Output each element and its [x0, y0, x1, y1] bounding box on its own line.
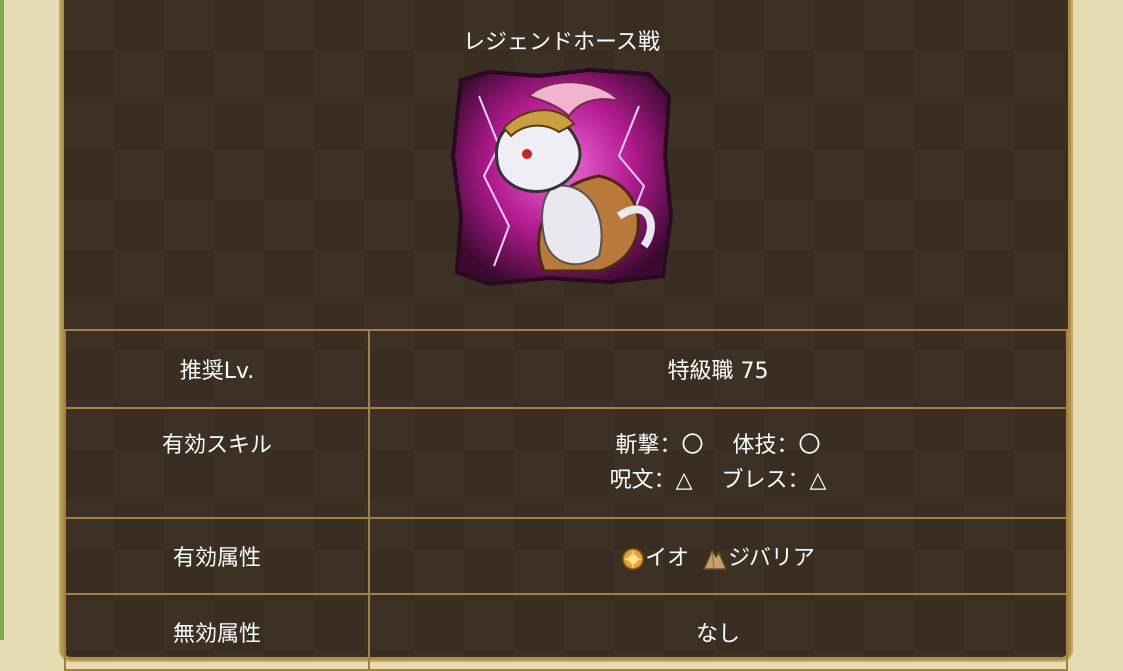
level-value: 特級職 75 [368, 329, 1068, 409]
skills-value: 斬撃：〇 体技：〇 呪文：△ ブレス：△ [368, 407, 1068, 519]
boss-info-table: 推奨Lv. 特級職 75 有効スキル 斬撃：〇 体技：〇 呪文：△ ブレス：△ … [64, 329, 1068, 671]
effective-attributes-value: イオ ジバリア [368, 517, 1068, 595]
table-row-level: 推奨Lv. 特級職 75 [64, 329, 1068, 409]
io-explosion-icon [622, 548, 644, 570]
skills-label: 有効スキル [64, 407, 370, 519]
skills-line-1: 斬撃：〇 体技：〇 [615, 433, 821, 458]
effective-attribute-io: イオ [645, 546, 690, 571]
table-row-effective-attributes: 有効属性 イオ ジバリア [64, 517, 1068, 595]
boss-title: レジェンドホース戦 [463, 30, 660, 55]
level-label: 推奨Lv. [64, 329, 370, 409]
effective-attribute-jibaria: ジバリア [728, 546, 815, 571]
effective-attributes-label: 有効属性 [64, 517, 370, 595]
ineffective-attributes-value: なし [368, 593, 1068, 671]
skills-line-2: 呪文：△ ブレス：△ [609, 468, 827, 493]
left-edge-strip [0, 0, 4, 640]
jibaria-earth-icon [703, 549, 728, 570]
table-row-ineffective-attributes: 無効属性 なし [64, 593, 1068, 671]
table-row-skills: 有効スキル 斬撃：〇 体技：〇 呪文：△ ブレス：△ [64, 407, 1068, 519]
legend-horse-monster-icon [450, 67, 674, 287]
ineffective-attributes-label: 無効属性 [64, 593, 370, 671]
